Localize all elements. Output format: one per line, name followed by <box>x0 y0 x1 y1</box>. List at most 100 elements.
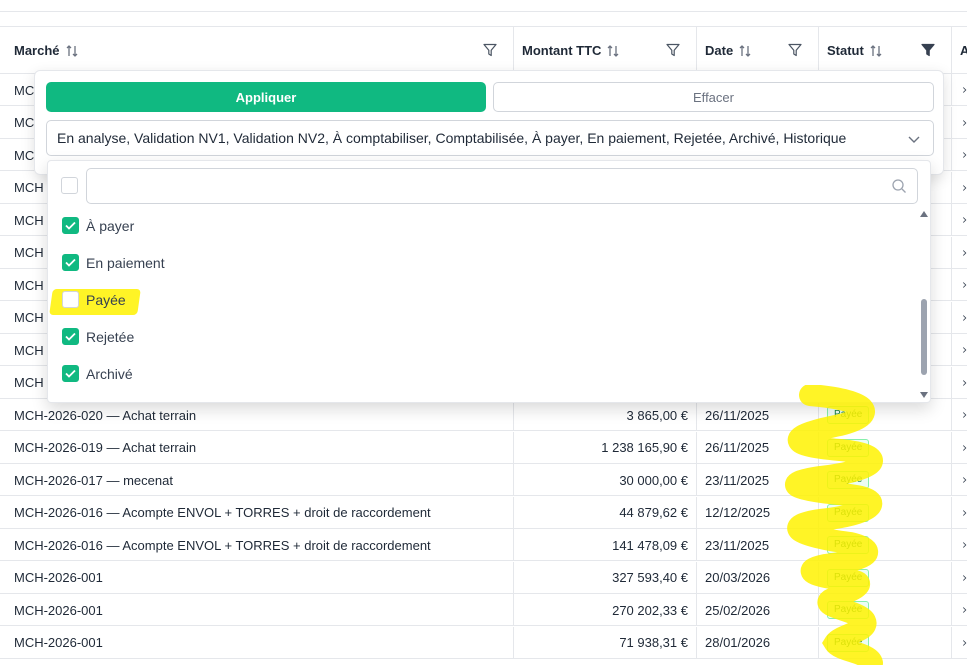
cell-text: MCH <box>14 375 44 390</box>
option-item[interactable]: À payer <box>48 207 918 244</box>
chevron-right-icon[interactable] <box>952 594 967 626</box>
cell-montant: 141 478,09 € <box>514 529 697 561</box>
cell-text: MCH <box>14 342 44 358</box>
status-badge: Payée <box>827 471 870 489</box>
checkbox-checked[interactable] <box>62 217 79 234</box>
column-header-montant[interactable]: Montant TTC <box>514 27 697 74</box>
cell-text: MCH <box>14 212 44 228</box>
chevron-right-icon[interactable] <box>952 269 967 301</box>
chevron-right-icon[interactable] <box>952 334 967 366</box>
checkbox-checked[interactable] <box>62 328 79 345</box>
cell-text: 26/11/2025 <box>705 407 770 423</box>
checkbox-checked[interactable] <box>62 365 79 382</box>
table-row[interactable]: MCH-2026-016 — Acompte ENVOL + TORRES + … <box>0 529 967 561</box>
table-row[interactable]: MCH-2026-001 327 593,40 € 20/03/2026 Payée <box>0 561 967 594</box>
cell-marche: MCH-2026-020 — Achat terrain <box>6 399 514 431</box>
cell-marche: MCH-2026-016 — Acompte ENVOL + TORRES + … <box>6 496 514 529</box>
option-item[interactable]: Archivé <box>48 355 918 392</box>
chevron-right-icon[interactable] <box>952 302 967 334</box>
chevron-right-icon[interactable] <box>952 497 967 529</box>
cell-text: MCH <box>14 245 44 260</box>
table-row[interactable]: MCH-2026-001 71 938,31 € 28/01/2026 Payée <box>0 626 967 659</box>
scroll-up-arrow[interactable] <box>920 211 928 217</box>
scrollbar-thumb[interactable] <box>921 299 927 375</box>
chevron-right-icon[interactable] <box>952 562 967 594</box>
option-item[interactable]: Payée <box>48 281 918 318</box>
table-row[interactable]: MCH-2026-016 — Acompte ENVOL + TORRES + … <box>0 496 967 529</box>
chevron-right-icon[interactable] <box>952 432 967 464</box>
chevron-right-icon[interactable] <box>952 107 967 139</box>
chevron-right-icon[interactable] <box>952 464 967 496</box>
option-label: Archivé <box>86 365 133 382</box>
table-row[interactable]: MCH-2026-020 — Achat terrain 3 865,00 € 26… <box>0 399 967 431</box>
clear-button[interactable]: Effacer <box>493 82 934 112</box>
cell-text: MCH <box>14 310 44 325</box>
cell-montant: 1 238 165,90 € <box>514 431 697 464</box>
checkbox-checked[interactable] <box>62 254 79 271</box>
chevron-right-icon[interactable] <box>952 367 967 399</box>
chevron-right-icon[interactable] <box>952 74 967 106</box>
check-icon <box>65 221 76 230</box>
column-header-extra[interactable]: A <box>952 27 967 74</box>
apply-button[interactable]: Appliquer <box>46 82 486 112</box>
filter-icon[interactable] <box>666 43 680 57</box>
status-badge: Payée <box>827 601 870 619</box>
sort-icon[interactable] <box>739 44 751 58</box>
option-label: Rejetée <box>86 328 135 345</box>
cell-text: 23/11/2025 <box>705 472 770 488</box>
chevron-right-icon[interactable] <box>952 237 967 269</box>
filter-icon[interactable] <box>788 43 802 57</box>
option-item[interactable]: En paiement <box>48 244 918 281</box>
column-header-marche[interactable]: Marché <box>6 27 514 74</box>
table-row[interactable]: MCH-2026-019 — Achat terrain 1 238 165,90… <box>0 431 967 464</box>
cell-date: 25/02/2026 <box>697 594 819 626</box>
cell-date: 23/11/2025 <box>697 464 819 496</box>
chevron-right-icon[interactable] <box>952 529 967 561</box>
cell-montant: 270 202,33 € <box>514 594 697 626</box>
chevron-right-icon[interactable] <box>952 627 967 659</box>
cell-text: 30 000,00 € <box>619 472 688 488</box>
chevron-right-icon[interactable] <box>952 399 967 431</box>
sort-icon[interactable] <box>607 44 619 58</box>
filter-active-icon[interactable] <box>921 43 935 57</box>
column-header-date[interactable]: Date <box>697 27 819 74</box>
checkbox-unchecked[interactable] <box>62 291 79 308</box>
check-icon <box>65 369 76 378</box>
cell-text: 3 865,00 € <box>626 407 688 423</box>
table-row[interactable]: MCH-2026-017 — mecenat 30 000,00 € 23/11/2… <box>0 464 967 496</box>
cell-text: MCH-2026-001 <box>14 602 103 618</box>
cell-marche: MCH-2026-016 — Acompte ENVOL + TORRES + … <box>6 529 514 561</box>
cell-text: MCH <box>14 180 44 195</box>
scroll-down-arrow[interactable] <box>920 392 928 398</box>
chevron-right-icon[interactable] <box>952 172 967 204</box>
cell-marche: MCH-2026-001 <box>6 594 514 626</box>
cell-text: 25/02/2026 <box>705 602 771 618</box>
option-label: En paiement <box>86 254 165 271</box>
cell-text: 28/01/2026 <box>705 635 771 650</box>
options-search-input[interactable] <box>86 168 918 204</box>
search-icon <box>891 178 907 199</box>
chevron-right-icon[interactable] <box>952 204 967 236</box>
cell-text: MCH-2026-017 — mecenat <box>14 472 173 488</box>
chevron-right-icon[interactable] <box>952 139 967 171</box>
column-label: Montant TTC <box>522 43 602 58</box>
cell-text: 44 879,62 € <box>619 505 688 520</box>
top-divider <box>0 11 967 12</box>
sort-icon[interactable] <box>870 44 882 58</box>
filter-icon[interactable] <box>483 43 497 57</box>
option-item[interactable]: Rejetée <box>48 318 918 355</box>
status-multiselect[interactable]: En analyse, Validation NV1, Validation N… <box>46 120 934 156</box>
cell-statut: Payée <box>819 626 952 659</box>
status-badge: Payée <box>827 633 870 652</box>
cell-text: MC <box>14 115 35 130</box>
cell-text: 23/11/2025 <box>705 537 770 553</box>
select-all-checkbox[interactable] <box>61 177 78 194</box>
column-header-statut[interactable]: Statut <box>819 27 952 74</box>
table-row[interactable]: MCH-2026-001 270 202,33 € 25/02/2026 Payée <box>0 594 967 626</box>
sort-icon[interactable] <box>66 44 78 58</box>
status-badge: Payée <box>827 438 870 457</box>
cell-text: 327 593,40 € <box>612 570 688 585</box>
chevron-down-icon[interactable] <box>907 132 921 149</box>
cell-statut: Payée <box>819 399 952 431</box>
cell-text: 12/12/2025 <box>705 505 771 520</box>
